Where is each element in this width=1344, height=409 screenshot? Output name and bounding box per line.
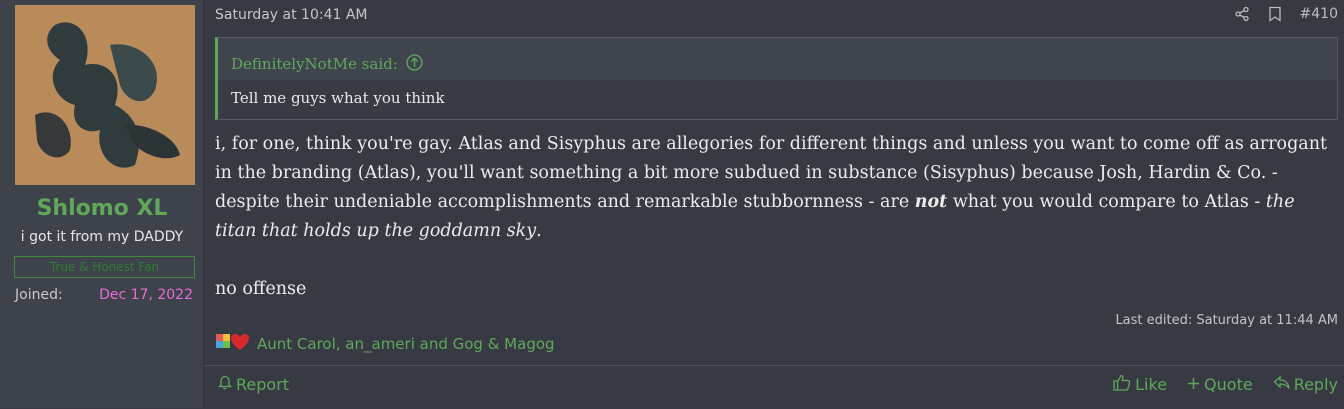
post-main: Saturday at 10:41 AM #410 DefinitelyNotM… bbox=[204, 0, 1344, 408]
user-banner: True & Honest Fan bbox=[14, 256, 195, 278]
quote-author[interactable]: DefinitelyNotMe said: bbox=[231, 55, 398, 73]
joined-label: Joined: bbox=[15, 287, 63, 303]
last-edited: Last edited: Saturday at 11:44 AM bbox=[1115, 313, 1338, 328]
footer-actions: Like Quote Reply bbox=[1113, 374, 1338, 395]
post-paragraph: no offense bbox=[215, 279, 307, 299]
post-body: i, for one, think you're gay. Atlas and … bbox=[215, 130, 1335, 304]
quote-text: Tell me guys what you think bbox=[218, 80, 1337, 119]
post-paragraph: i, for one, think you're gay. Atlas and … bbox=[215, 130, 1335, 246]
body-text: . bbox=[536, 221, 542, 241]
body-bold: not bbox=[914, 192, 948, 212]
reaction-users[interactable]: Aunt Carol, an_ameri and Gog & Magog bbox=[257, 335, 555, 353]
username[interactable]: Shlomo XL bbox=[0, 196, 204, 221]
reply-label: Reply bbox=[1293, 375, 1338, 394]
report-label: Report bbox=[236, 374, 290, 394]
quote-header[interactable]: DefinitelyNotMe said: bbox=[218, 38, 1337, 80]
avatar-image bbox=[15, 5, 195, 185]
share-icon[interactable] bbox=[1234, 6, 1250, 22]
post-date[interactable]: Saturday at 10:41 AM bbox=[215, 7, 368, 23]
user-title: i got it from my DADDY bbox=[20, 229, 184, 245]
arrow-up-circle-icon[interactable] bbox=[406, 53, 423, 75]
quote-block: DefinitelyNotMe said: Tell me guys what … bbox=[215, 37, 1338, 120]
like-label: Like bbox=[1135, 375, 1168, 394]
reply-arrow-icon bbox=[1273, 375, 1290, 394]
thumbs-up-icon bbox=[1113, 374, 1131, 395]
reply-button[interactable]: Reply bbox=[1273, 374, 1338, 395]
bookmark-icon[interactable] bbox=[1268, 6, 1282, 22]
bell-icon bbox=[217, 374, 233, 394]
post-number[interactable]: #410 bbox=[1300, 6, 1338, 22]
user-sidebar: Shlomo XL i got it from my DADDY True & … bbox=[0, 0, 204, 408]
avatar[interactable] bbox=[15, 5, 195, 185]
heart-reaction-icon bbox=[229, 331, 251, 357]
body-text: what you would compare to Atlas - bbox=[947, 192, 1266, 212]
plus-icon bbox=[1187, 375, 1200, 394]
quote-label: Quote bbox=[1204, 375, 1253, 394]
post-footer: Report Like Quote Reply bbox=[204, 365, 1344, 409]
joined-date: Dec 17, 2022 bbox=[99, 287, 193, 303]
report-button[interactable]: Report bbox=[217, 374, 290, 394]
reactions-bar[interactable]: Aunt Carol, an_ameri and Gog & Magog bbox=[213, 331, 555, 357]
post-actions: #410 bbox=[1234, 6, 1338, 22]
like-button[interactable]: Like bbox=[1113, 374, 1167, 395]
quote-button[interactable]: Quote bbox=[1187, 374, 1253, 395]
